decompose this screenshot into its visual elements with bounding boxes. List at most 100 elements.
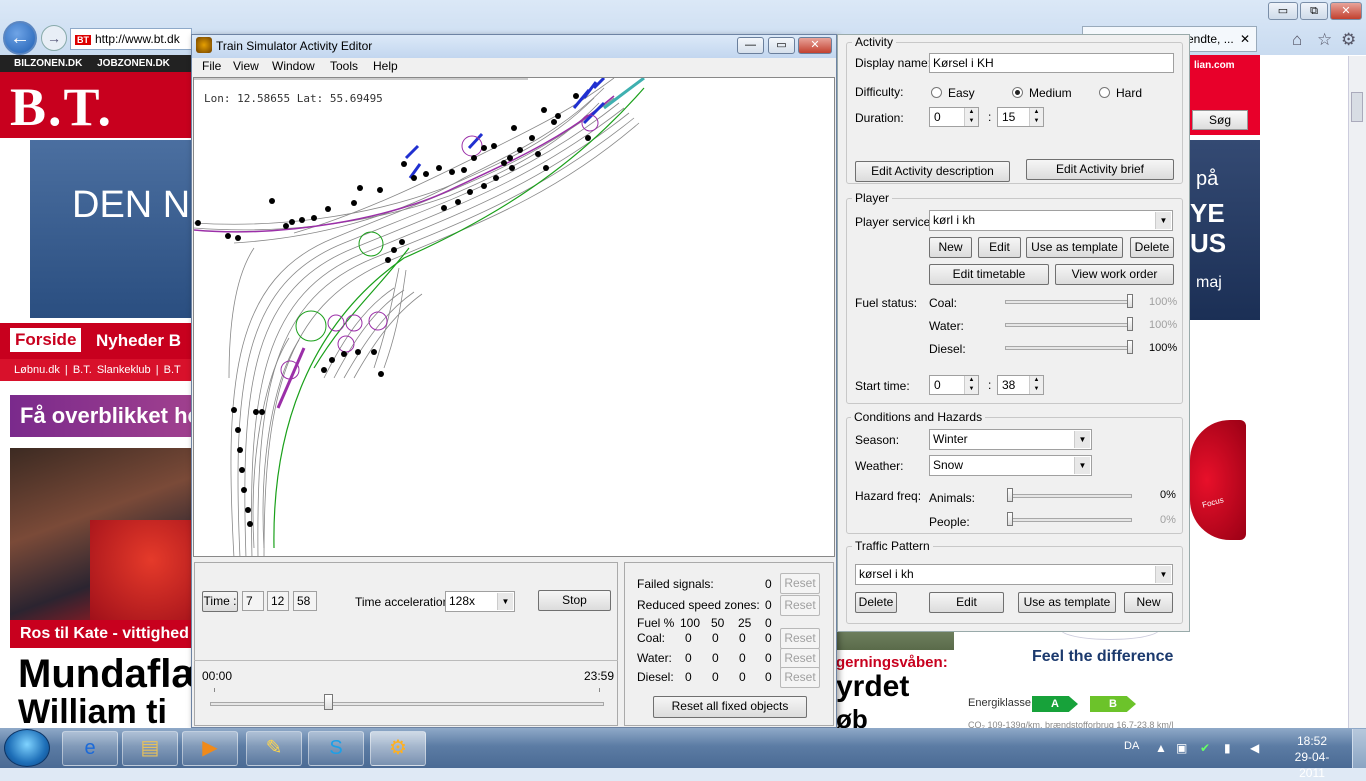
diesel-slider[interactable] [1005,346,1133,350]
menu-tools[interactable]: Tools [330,59,358,73]
tray-device-icon[interactable]: ▣ [1176,741,1187,755]
time-seconds[interactable]: 58 [293,591,317,611]
bt-banner[interactable] [30,140,192,318]
chevron-down-icon[interactable]: ▼ [497,593,513,610]
spin-down-icon[interactable]: ▼ [964,385,978,394]
spin-down-icon[interactable]: ▼ [964,117,978,126]
chevron-down-icon[interactable]: ▼ [1074,457,1090,474]
paint-icon[interactable]: ✎ [246,731,302,766]
time-slider-thumb[interactable] [324,694,334,710]
home-icon[interactable]: ⌂ [1292,30,1302,50]
headline-2[interactable]: William ti [18,696,192,728]
search-button[interactable]: Søg [1192,110,1248,130]
menu-view[interactable]: View [233,59,259,73]
stop-button[interactable]: Stop [538,590,611,611]
spin-up-icon[interactable]: ▲ [1029,376,1043,385]
crime-label[interactable]: gerningsvåben: [836,654,948,671]
start-hours-spinner[interactable]: 0 ▲ ▼ [929,375,979,395]
page-scrollbar[interactable] [1348,56,1366,728]
service-use-template-button[interactable]: Use as template [1026,237,1123,258]
reset-water-button[interactable]: Reset [780,648,820,669]
view-work-order-button[interactable]: View work order [1055,264,1174,285]
photo-caption[interactable]: Ros til Kate - vittighed [10,620,192,648]
menu-help[interactable]: Help [373,59,398,73]
reset-all-fixed-button[interactable]: Reset all fixed objects [653,696,807,718]
editor-maximize-icon[interactable]: ▭ [768,37,795,54]
duration-minutes-spinner[interactable]: 15 ▲ ▼ [997,107,1044,127]
spin-up-icon[interactable]: ▲ [964,108,978,117]
hard-label[interactable]: Hard [1116,86,1142,100]
start-minutes-spinner[interactable]: 38 ▲ ▼ [997,375,1044,395]
water-slider[interactable] [1005,323,1133,327]
medium-label[interactable]: Medium [1029,86,1072,100]
chevron-down-icon[interactable]: ▼ [1155,212,1171,229]
skype-icon[interactable]: S [308,731,364,766]
explorer-icon[interactable]: ▤ [122,731,178,766]
animals-slider-thumb[interactable] [1007,488,1013,502]
traffic-new-button[interactable]: New [1124,592,1173,613]
reset-diesel-button[interactable]: Reset [780,667,820,688]
traffic-use-template-button[interactable]: Use as template [1018,592,1116,613]
edit-activity-description-button[interactable]: Edit Activity description [855,161,1010,182]
reset-reduced-speed-button[interactable]: Reset [780,595,820,616]
bt-top-nav[interactable]: BILZONEN.DK JOBZONEN.DK [0,55,192,72]
car-image[interactable]: Focus [1190,420,1246,540]
back-button[interactable]: ← [3,21,37,55]
ad-text-mere[interactable]: mere [1190,316,1217,330]
reset-failed-signals-button[interactable]: Reset [780,573,820,594]
volume-icon[interactable]: ◀ [1250,741,1259,755]
editor-close-icon[interactable]: ✕ [798,37,832,54]
time-accel-select[interactable]: 128x ▼ [445,591,515,612]
chevron-down-icon[interactable]: ▼ [1155,566,1171,583]
maximize-icon[interactable]: ⧉ [1300,2,1328,20]
show-desktop-button[interactable] [1352,729,1366,768]
favorites-icon[interactable]: ☆ [1317,30,1332,50]
forward-button[interactable]: → [41,25,67,51]
network-icon[interactable]: ▮ [1224,741,1231,755]
coal-slider[interactable] [1005,300,1133,304]
gear-icon[interactable]: ⚙ [1341,30,1356,50]
traffic-delete-button[interactable]: Delete [855,592,897,613]
player-service-select[interactable]: kørl i kh ▼ [929,210,1173,231]
weather-select[interactable]: Snow ▼ [929,455,1092,476]
edit-activity-brief-button[interactable]: Edit Activity brief [1026,159,1174,180]
easy-label[interactable]: Easy [948,86,975,100]
display-name-input[interactable]: Kørsel i KH [929,53,1174,73]
menu-forside[interactable]: Forside [10,328,82,352]
start-button[interactable] [4,729,50,767]
season-select[interactable]: Winter ▼ [929,429,1092,450]
language-indicator[interactable]: DA [1124,740,1139,752]
medium-radio[interactable] [1012,87,1023,98]
media-player-icon[interactable]: ▶ [182,731,238,766]
service-edit-button[interactable]: Edit [978,237,1021,258]
service-new-button[interactable]: New [929,237,972,258]
edit-timetable-button[interactable]: Edit timetable [929,264,1049,285]
ad-slogan[interactable]: Feel the difference [1032,648,1173,666]
menu-nyheder[interactable]: Nyheder B [96,331,181,351]
service-delete-button[interactable]: Delete [1130,237,1174,258]
spin-down-icon[interactable]: ▼ [1029,385,1043,394]
menu-window[interactable]: Window [272,59,315,73]
minimize-icon[interactable]: ▭ [1268,2,1298,20]
diesel-slider-thumb[interactable] [1127,340,1133,354]
traffic-edit-button[interactable]: Edit [929,592,1004,613]
bt-submenu[interactable]: Løbnu.dk | B.T. Slankeklub | B.T [0,359,192,381]
time-slider-track[interactable] [210,702,604,706]
spin-down-icon[interactable]: ▼ [1029,117,1043,126]
headline-3[interactable]: yrdet [836,670,909,704]
train-app-icon[interactable] [196,37,212,53]
tab-close-icon[interactable]: ✕ [1240,27,1250,51]
headline-1[interactable]: Mundaflæ [18,652,192,696]
clock[interactable]: 18:52 29-04-2011 [1282,733,1342,781]
menu-file[interactable]: File [202,59,221,73]
easy-radio[interactable] [931,87,942,98]
coal-slider-thumb[interactable] [1127,294,1133,308]
time-button[interactable]: Time : [202,591,238,612]
route-map[interactable] [193,77,835,557]
promo-banner[interactable]: Få overblikket he [10,395,192,437]
bt-logo[interactable]: B.T. [10,80,113,134]
track-map-svg[interactable] [194,78,835,557]
people-slider[interactable] [1007,518,1132,522]
ie-icon[interactable]: e [62,731,118,766]
animals-slider[interactable] [1007,494,1132,498]
